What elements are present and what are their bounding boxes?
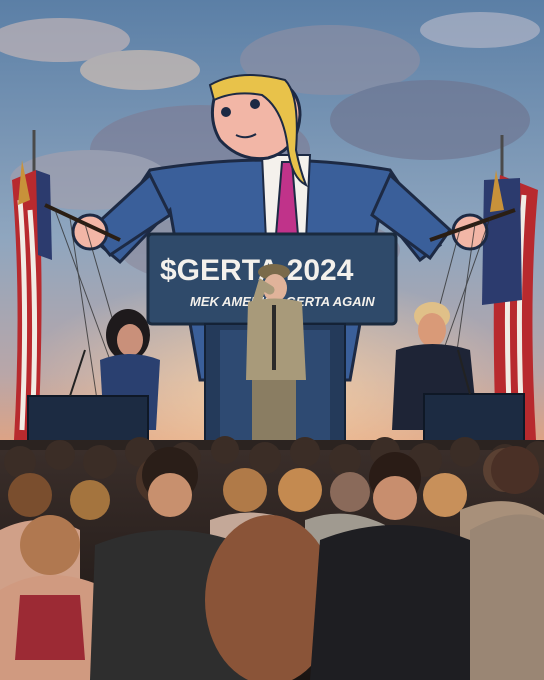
rally-illustration: $GERTA 2024 MEK AMERICA GERTA AGAIN [0,0,544,680]
figure-eye-left [221,107,231,117]
figure-eye-right [250,99,260,109]
campaign-rally-scene: $GERTA 2024 MEK AMERICA GERTA AGAIN [0,0,544,680]
banner-title: $GERTA 2024 [160,254,354,287]
crowd [0,436,544,680]
